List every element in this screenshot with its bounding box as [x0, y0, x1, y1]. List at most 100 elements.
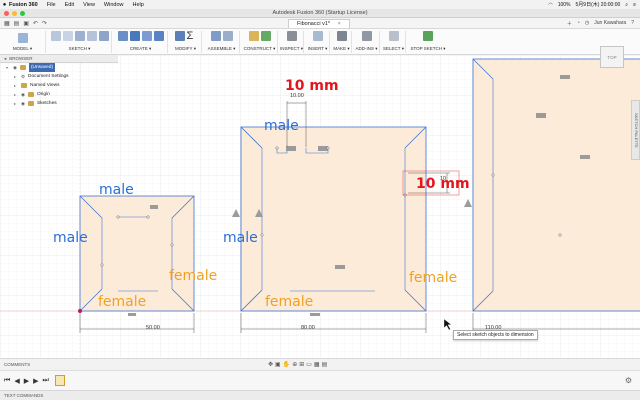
annotation-10mm-side: 10 mm: [416, 176, 470, 192]
trim-tool-icon[interactable]: [98, 31, 109, 41]
menu-window[interactable]: Window: [104, 2, 124, 8]
user-name[interactable]: Jun Kawahara: [594, 20, 626, 27]
menu-view[interactable]: View: [83, 2, 95, 8]
joint-icon[interactable]: [210, 31, 221, 41]
expand-icon[interactable]: ▸: [14, 81, 18, 90]
go-to-end-icon[interactable]: ⏭: [42, 377, 48, 385]
collapse-icon[interactable]: ◂: [4, 55, 6, 62]
select-icon[interactable]: [388, 31, 399, 41]
zoom-window-icon[interactable]: ⊞: [299, 361, 304, 368]
redo-icon[interactable]: ↷: [42, 20, 47, 27]
offset-plane-icon[interactable]: [248, 31, 259, 41]
sketch-group[interactable]: SKETCH ▾: [48, 31, 112, 53]
create-group[interactable]: CREATE ▾: [114, 31, 168, 53]
profile-80[interactable]: [232, 126, 427, 316]
job-status-icon[interactable]: ◔: [577, 20, 580, 27]
hole-icon[interactable]: [153, 31, 164, 41]
search-icon[interactable]: ⌕: [625, 2, 628, 8]
wifi-icon[interactable]: ◠: [548, 2, 552, 8]
expand-icon[interactable]: ▸: [14, 90, 18, 99]
orbit-icon[interactable]: ✥: [268, 361, 273, 368]
insert-group[interactable]: INSERT ▾: [306, 31, 330, 53]
viewports-icon[interactable]: ▤: [322, 361, 328, 368]
play-icon[interactable]: ▶: [24, 377, 29, 385]
menu-file[interactable]: File: [47, 2, 56, 8]
circle-tool-icon[interactable]: [74, 31, 85, 41]
zoom-icon[interactable]: ⊕: [292, 361, 297, 368]
profile-110[interactable]: [464, 58, 640, 312]
origin-point[interactable]: [78, 309, 82, 313]
insert-image-icon[interactable]: [312, 31, 323, 41]
add-tab-icon[interactable]: ＋: [567, 20, 572, 27]
browser-header[interactable]: ◂ BROWSER: [0, 55, 118, 63]
timeline-settings-icon[interactable]: ⚙: [625, 376, 632, 385]
arc-tool-icon[interactable]: [86, 31, 97, 41]
document-tab[interactable]: Fibonacci v1* ×: [288, 19, 350, 28]
look-at-icon[interactable]: ▣: [275, 361, 281, 368]
rectangle-tool-icon[interactable]: [62, 31, 73, 41]
expand-icon[interactable]: ▾: [6, 63, 10, 72]
midplane-icon[interactable]: [260, 31, 271, 41]
scripts-icon[interactable]: [361, 31, 372, 41]
go-to-start-icon[interactable]: ⏮: [4, 377, 10, 385]
help-icon[interactable]: ?: [631, 20, 634, 27]
save-icon[interactable]: ▣: [23, 20, 29, 27]
browser-item-origin[interactable]: ▸ ◉ Origin: [0, 90, 118, 99]
stop-sketch-icon[interactable]: [423, 31, 433, 41]
browser-item-named-views[interactable]: ▸ Named Views: [0, 81, 118, 90]
as-built-joint-icon[interactable]: [222, 31, 233, 41]
sigma-icon[interactable]: Σ: [187, 31, 197, 42]
notifications-icon[interactable]: ◷: [585, 20, 589, 27]
3d-print-icon[interactable]: [336, 31, 347, 41]
extrude-icon[interactable]: [129, 31, 140, 41]
measure-icon[interactable]: [286, 31, 297, 41]
stop-sketch-group[interactable]: STOP SKETCH ▾: [408, 31, 448, 53]
assemble-group[interactable]: ASSEMBLE ▾: [204, 31, 240, 53]
workspace-switcher[interactable]: MODEL ▾: [0, 31, 46, 53]
menu-help[interactable]: Help: [132, 2, 143, 8]
menu-list-icon[interactable]: ≡: [633, 2, 636, 8]
undo-icon[interactable]: ↶: [33, 20, 38, 27]
construct-group-label: CONSTRUCT ▾: [243, 46, 276, 51]
folder-icon: [21, 83, 27, 88]
line-tool-icon[interactable]: [50, 31, 61, 41]
comments-bar[interactable]: COMMENTS ✥ ▣ ✋ ⊕ ⊞ ▭ ▦ ▤: [0, 358, 640, 370]
dimension-80-label[interactable]: 80.00: [301, 325, 315, 331]
timeline-sketch-feature[interactable]: [55, 375, 65, 386]
browser-item-document-settings[interactable]: ▸ ⚙ Document Settings: [0, 72, 118, 81]
browser-root-item[interactable]: ▾ ◉ (Unsaved): [0, 63, 118, 72]
menu-edit[interactable]: Edit: [65, 2, 74, 8]
file-menu-icon[interactable]: ▤: [14, 20, 20, 27]
inspect-group[interactable]: INSPECT ▾: [280, 31, 304, 53]
quick-access: ▦ ▤ ▣ ↶ ↷: [4, 20, 47, 27]
expand-icon[interactable]: ▸: [14, 99, 18, 108]
visibility-icon[interactable]: ◉: [21, 90, 25, 99]
step-back-icon[interactable]: ◀: [14, 377, 19, 385]
sketch-palette-tab[interactable]: SKETCH PALETTE: [631, 100, 640, 160]
visibility-icon[interactable]: ◉: [21, 99, 25, 108]
step-forward-icon[interactable]: ▶: [33, 377, 38, 385]
revolve-icon[interactable]: [141, 31, 152, 41]
display-settings-icon[interactable]: ▭: [306, 361, 312, 368]
close-tab-icon[interactable]: ×: [338, 21, 341, 27]
apple-menu-icon[interactable]: ●: [0, 2, 9, 8]
make-group[interactable]: MAKE ▾: [332, 31, 352, 53]
browser-item-sketches[interactable]: ▸ ◉ Sketches: [0, 99, 118, 108]
expand-icon[interactable]: ▸: [14, 72, 18, 81]
dimension-50-label[interactable]: 50.00: [146, 325, 160, 331]
construct-group[interactable]: CONSTRUCT ▾: [242, 31, 278, 53]
addins-group[interactable]: ADD-INS ▾: [354, 31, 380, 53]
modify-group[interactable]: Σ MODIFY ▾: [170, 31, 202, 53]
pan-icon[interactable]: ✋: [283, 361, 290, 368]
viewcube[interactable]: TOP: [600, 46, 624, 68]
menu-app-name[interactable]: Fusion 360: [9, 2, 38, 8]
annotation-male-square2-top: male: [264, 118, 299, 134]
grid-settings-icon[interactable]: ▦: [314, 361, 320, 368]
text-commands-bar[interactable]: TEXT COMMANDS: [0, 390, 640, 400]
press-pull-icon[interactable]: [174, 31, 185, 41]
select-group[interactable]: SELECT ▾: [382, 31, 406, 53]
data-panel-icon[interactable]: ▦: [4, 20, 10, 27]
visibility-icon[interactable]: ◉: [13, 63, 17, 72]
clock-label[interactable]: 5月9日(木) 20:00:00: [576, 1, 621, 8]
new-component-icon[interactable]: [117, 31, 128, 41]
